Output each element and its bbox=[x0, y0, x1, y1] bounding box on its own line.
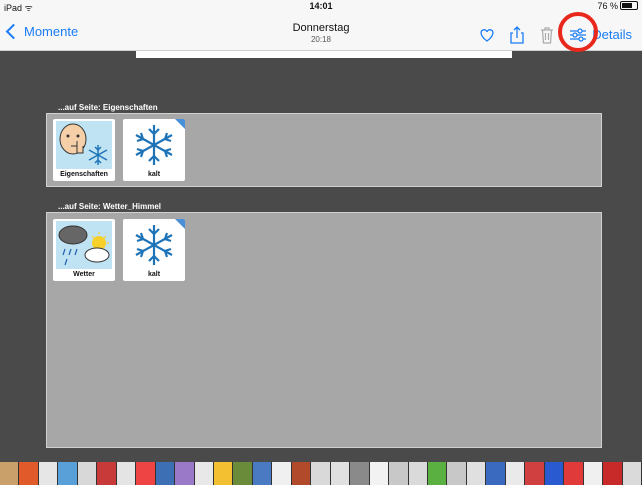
folder-corner-marker bbox=[175, 119, 185, 129]
trash-icon[interactable] bbox=[538, 26, 556, 44]
page-thumbnail[interactable] bbox=[136, 462, 156, 485]
page-thumbnail[interactable] bbox=[58, 462, 78, 485]
page-thumbnail[interactable] bbox=[583, 462, 604, 485]
navigation-bar: iPad ᯤ 14:01 76 % Momente Donnerstag 20:… bbox=[0, 0, 642, 51]
status-battery: 76 % bbox=[597, 1, 638, 11]
page-thumbnail[interactable] bbox=[389, 462, 409, 485]
page-thumbnail[interactable] bbox=[272, 462, 292, 485]
eigenschaften-symbol bbox=[56, 121, 112, 169]
battery-icon bbox=[620, 1, 638, 10]
tile-label: kalt bbox=[147, 271, 161, 278]
weather-icon bbox=[56, 221, 112, 269]
page-thumbnail[interactable] bbox=[564, 462, 584, 485]
page-thumbnail[interactable] bbox=[408, 462, 428, 485]
page-thumbnail[interactable] bbox=[155, 462, 176, 485]
page-thumbnail[interactable] bbox=[77, 462, 98, 485]
content-preview-strip bbox=[136, 51, 512, 58]
page-thumbnail[interactable] bbox=[38, 462, 59, 485]
section-label-eigenschaften: ...auf Seite: Eigenschaften bbox=[58, 103, 158, 112]
heart-icon[interactable] bbox=[478, 26, 496, 44]
folder-corner-marker bbox=[175, 219, 185, 229]
page-thumbnail[interactable] bbox=[330, 462, 351, 485]
page-thumbnail[interactable] bbox=[97, 462, 117, 485]
page-thumbnail[interactable] bbox=[486, 462, 506, 485]
page-thumbnail[interactable] bbox=[194, 462, 214, 485]
page-thumbnail[interactable] bbox=[116, 462, 137, 485]
page-thumbnail[interactable] bbox=[213, 462, 234, 485]
status-time: 14:01 bbox=[309, 1, 333, 11]
symbol-tile-eigenschaften[interactable]: Eigenschaften bbox=[53, 119, 115, 181]
section-label-wetter-himmel: ...auf Seite: Wetter_Himmel bbox=[58, 202, 161, 211]
tile-label: Eigenschaften bbox=[60, 171, 108, 178]
section-panel-wetter-himmel: Wetter kalt bbox=[46, 212, 602, 448]
page-thumbnail[interactable] bbox=[0, 462, 20, 485]
page-thumbnail[interactable] bbox=[233, 462, 253, 485]
page-thumbnail[interactable] bbox=[291, 462, 312, 485]
page-thumbnail[interactable] bbox=[350, 462, 370, 485]
symbol-tile-kalt[interactable]: kalt bbox=[123, 219, 185, 281]
page-thumbnail-strip[interactable] bbox=[0, 462, 642, 485]
symbol-tile-kalt[interactable]: kalt bbox=[123, 119, 185, 181]
page-thumbnail[interactable] bbox=[19, 462, 39, 485]
tile-label: Wetter bbox=[73, 271, 95, 278]
details-button[interactable]: Details bbox=[592, 27, 632, 42]
page-thumbnail[interactable] bbox=[525, 462, 545, 485]
page-thumbnail[interactable] bbox=[466, 462, 487, 485]
page-thumbnail[interactable] bbox=[252, 462, 273, 485]
page-thumbnail[interactable] bbox=[369, 462, 390, 485]
page-thumbnail[interactable] bbox=[505, 462, 526, 485]
highlight-circle bbox=[558, 12, 598, 52]
page-thumbnail[interactable] bbox=[311, 462, 331, 485]
section-panel-eigenschaften: Eigenschaften kalt bbox=[46, 113, 602, 187]
page-thumbnail[interactable] bbox=[622, 462, 642, 485]
page-thumbnail[interactable] bbox=[175, 462, 195, 485]
symbol-tile-wetter[interactable]: Wetter bbox=[53, 219, 115, 281]
page-thumbnail[interactable] bbox=[544, 462, 565, 485]
tile-label: kalt bbox=[147, 171, 161, 178]
page-thumbnail[interactable] bbox=[603, 462, 623, 485]
page-thumbnail[interactable] bbox=[447, 462, 467, 485]
share-icon[interactable] bbox=[508, 26, 526, 44]
page-thumbnail[interactable] bbox=[427, 462, 448, 485]
